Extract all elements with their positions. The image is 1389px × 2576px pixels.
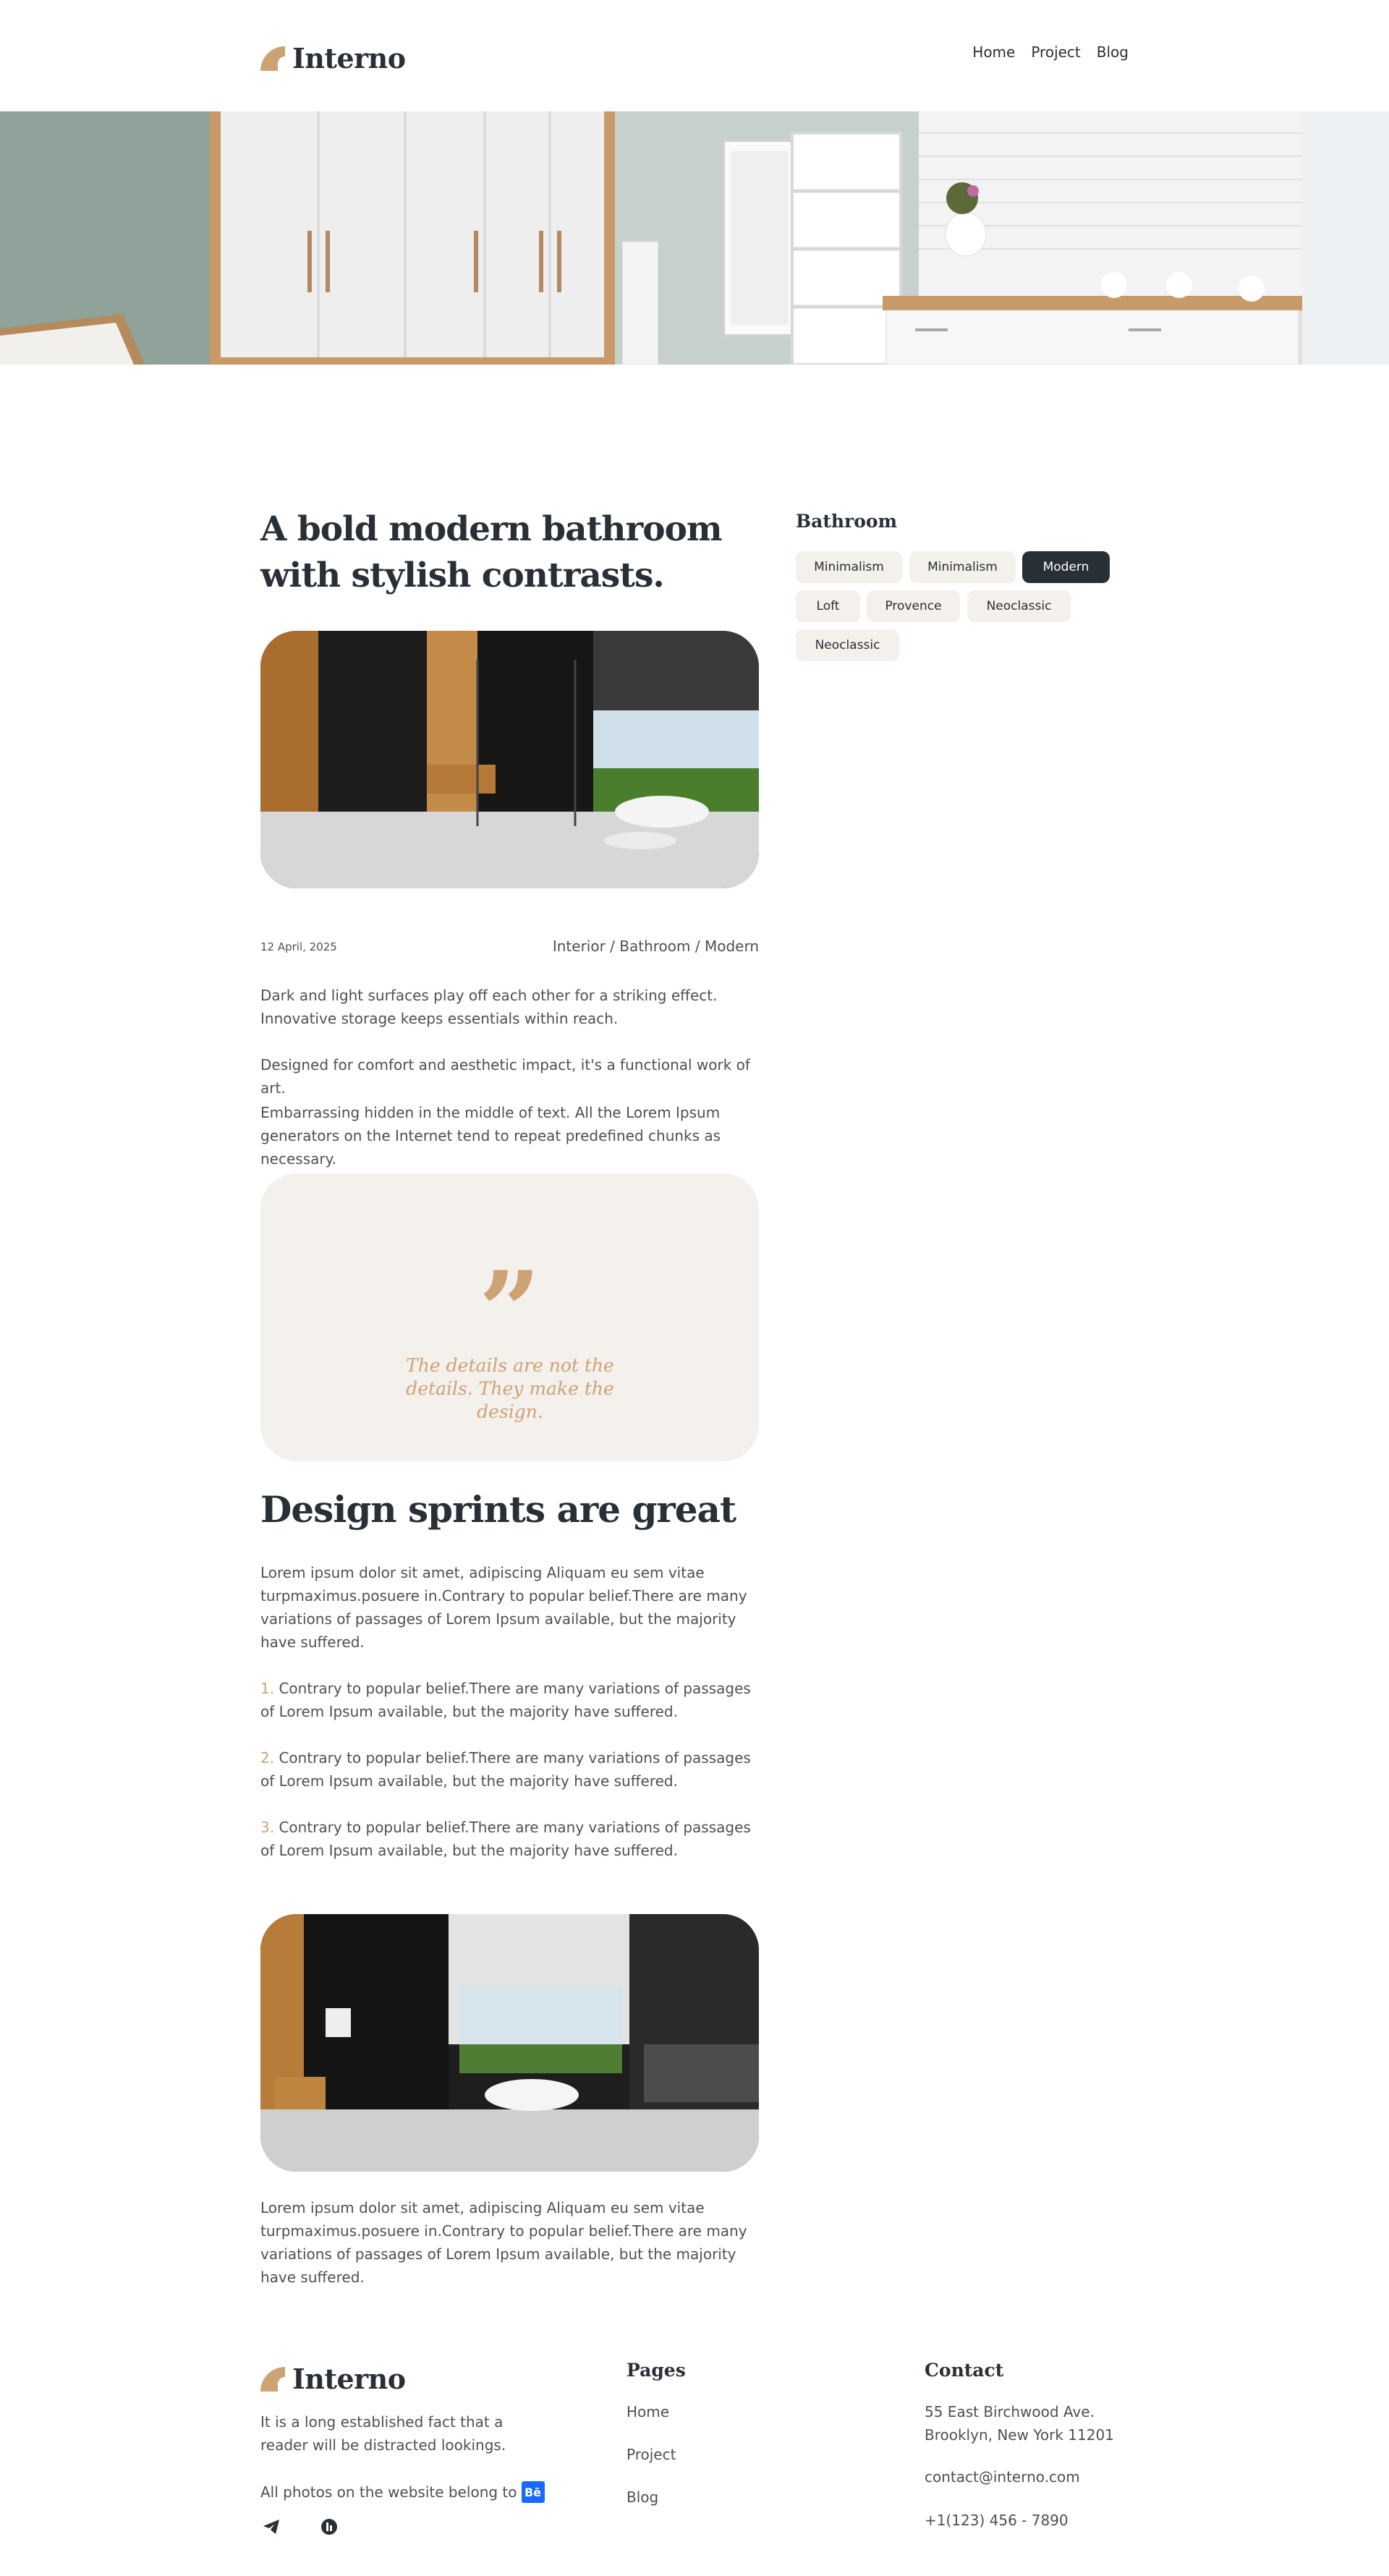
nav-home-link[interactable]: Home (972, 43, 1015, 61)
tag-minimalism[interactable]: Minimalism (909, 551, 1016, 583)
bathroom-illustration-1 (260, 631, 759, 888)
tag-loft[interactable]: Loft (796, 590, 860, 622)
footer-logo[interactable]: Interno (260, 2363, 406, 2395)
list-number: 1. (260, 1680, 275, 1697)
tag-provence[interactable]: Provence (867, 590, 960, 622)
logo[interactable]: Interno (260, 42, 406, 75)
list-text: Contrary to popular belief.There are man… (260, 1749, 751, 1790)
tag-neoclassic[interactable]: Neoclassic (967, 590, 1071, 622)
logo-text: Interno (292, 42, 406, 75)
article-date: 12 April, 2025 (260, 940, 337, 953)
footer-pages-title: Pages (626, 2360, 686, 2381)
logo-icon (260, 46, 285, 71)
tag-neoclassic[interactable]: Neoclassic (796, 629, 899, 661)
footer-address-line1: 55 East Birchwood Ave. (925, 2403, 1095, 2420)
footer-link-blog[interactable]: Blog (626, 2488, 658, 2506)
photos-credit: All photos on the website belong to Bē (260, 2481, 545, 2503)
list-text: Contrary to popular belief.There are man… (260, 1680, 751, 1720)
article-paragraph-3: Embarrassing hidden in the middle of tex… (260, 1104, 721, 1168)
quote-text: The details are not the details. They ma… (406, 1355, 614, 1422)
footer-phone[interactable]: +1(123) 456 - 7890 (925, 2509, 1069, 2532)
list-item: 1. Contrary to popular belief.There are … (260, 1677, 759, 1723)
bathroom-illustration-2 (260, 1914, 759, 2172)
sidebar-title: Bathroom (796, 511, 898, 532)
list-item: 2. Contrary to popular belief.There are … (260, 1746, 759, 1793)
hero-image (0, 111, 1389, 365)
footer-address-line2: Brooklyn, New York 11201 (925, 2426, 1114, 2444)
list-number: 3. (260, 1819, 275, 1836)
quote-icon: ” (478, 1248, 541, 1375)
site-header: Interno Home Project Blog (0, 0, 1389, 111)
behance-icon[interactable]: Bē (521, 2481, 545, 2503)
tag-modern[interactable]: Modern (1022, 551, 1110, 583)
footer-email[interactable]: contact@interno.com (925, 2465, 1080, 2488)
footer-logo-text: Interno (292, 2363, 406, 2395)
article-image-1 (260, 631, 759, 888)
hero-illustration (0, 111, 1389, 365)
footer-link-home[interactable]: Home (626, 2403, 669, 2420)
article-paragraph-2: Designed for comfort and aesthetic impac… (260, 1056, 750, 1097)
nav-blog-link[interactable]: Blog (1097, 43, 1129, 61)
section-title: Design sprints are great (260, 1488, 736, 1531)
list-text: Contrary to popular belief.There are man… (260, 1819, 751, 1859)
main-nav: Home Project Blog (972, 43, 1129, 61)
closing-paragraph: Lorem ipsum dolor sit amet, adipiscing A… (260, 2199, 747, 2286)
breadcrumb: Interior / Bathroom / Modern (552, 938, 759, 955)
photos-credit-text: All photos on the website belong to (260, 2483, 517, 2501)
nav-project-link[interactable]: Project (1031, 43, 1080, 61)
footer-contact-title: Contact (925, 2360, 1004, 2381)
footer-description: It is a long established fact that a rea… (260, 2413, 506, 2454)
footer-link-project[interactable]: Project (626, 2446, 676, 2463)
telegram-icon[interactable] (260, 2516, 282, 2538)
list-number: 2. (260, 1749, 275, 1767)
article-paragraph-1: Dark and light surfaces play off each ot… (260, 987, 718, 1027)
logo-icon (260, 2366, 285, 2392)
tag-minimalism[interactable]: Minimalism (796, 551, 902, 583)
section-intro: Lorem ipsum dolor sit amet, adipiscing A… (260, 1564, 747, 1651)
houzz-icon[interactable] (318, 2516, 340, 2538)
list-item: 3. Contrary to popular belief.There are … (260, 1816, 759, 1862)
article-image-2 (260, 1914, 759, 2172)
article-title: A bold modern bathroom with stylish cont… (260, 509, 723, 595)
